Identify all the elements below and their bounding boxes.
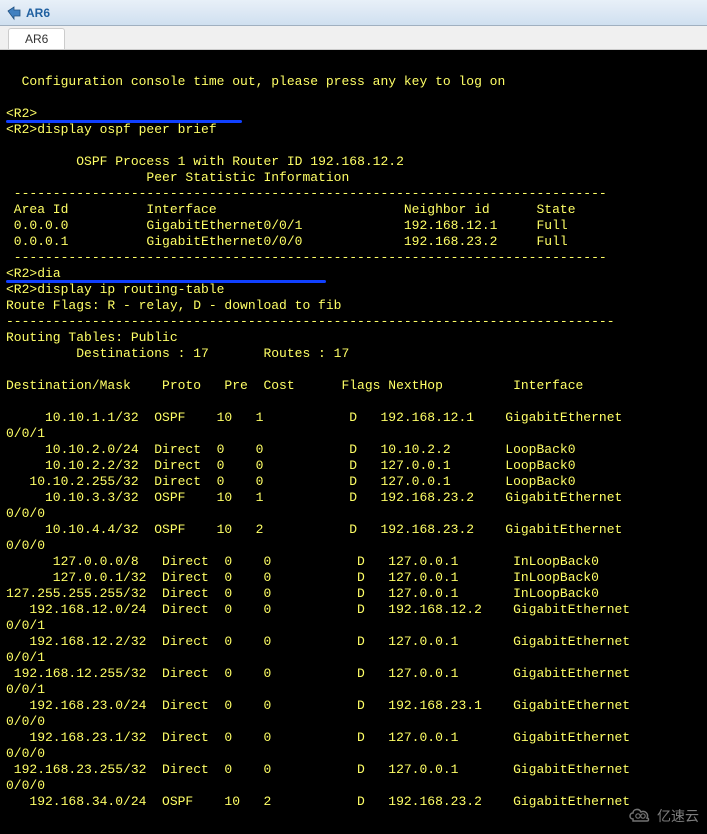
prompt: <R2> bbox=[6, 266, 37, 281]
dashline: ----------------------------------------… bbox=[6, 186, 607, 201]
route-row: 0/0/1 bbox=[6, 682, 45, 697]
route-row: 10.10.2.2/32 Direct 0 0 D 127.0.0.1 Loop… bbox=[6, 458, 576, 473]
route-row: 0/0/0 bbox=[6, 714, 45, 729]
terminal[interactable]: Configuration console time out, please p… bbox=[0, 50, 707, 834]
watermark-text: 亿速云 bbox=[657, 806, 699, 826]
app-icon bbox=[6, 5, 22, 21]
routing-summary: Destinations : 17 Routes : 17 bbox=[6, 346, 349, 361]
route-row: 192.168.23.1/32 Direct 0 0 D 127.0.0.1 G… bbox=[6, 730, 630, 745]
route-row: 127.255.255.255/32 Direct 0 0 D 127.0.0.… bbox=[6, 586, 599, 601]
route-flags: Route Flags: R - relay, D - download to … bbox=[6, 298, 341, 313]
tab-ar6[interactable]: AR6 bbox=[8, 28, 65, 49]
command-ospf: display ospf peer brief bbox=[37, 122, 216, 137]
route-row: 192.168.23.255/32 Direct 0 0 D 127.0.0.1… bbox=[6, 762, 630, 777]
prompt: <R2> bbox=[6, 282, 37, 297]
tabbar: AR6 bbox=[0, 26, 707, 50]
route-row: 192.168.34.0/24 OSPF 10 2 D 192.168.23.2… bbox=[6, 794, 630, 809]
route-row: 0/0/0 bbox=[6, 538, 45, 553]
routing-title: Routing Tables: Public bbox=[6, 330, 178, 345]
route-row: 192.168.12.0/24 Direct 0 0 D 192.168.12.… bbox=[6, 602, 630, 617]
route-row: 192.168.12.2/32 Direct 0 0 D 127.0.0.1 G… bbox=[6, 634, 630, 649]
ospf-row: 0.0.0.1 GigabitEthernet0/0/0 192.168.23.… bbox=[6, 234, 568, 249]
route-row: 0/0/1 bbox=[6, 650, 45, 665]
titlebar-title: AR6 bbox=[26, 6, 50, 20]
ospf-column-header: Area Id Interface Neighbor id State bbox=[6, 202, 576, 217]
route-row: 0/0/0 bbox=[6, 506, 45, 521]
dashline: ----------------------------------------… bbox=[6, 314, 615, 329]
ospf-peer-header: Peer Statistic Information bbox=[6, 170, 349, 185]
console-warning: Configuration console time out, please p… bbox=[6, 74, 505, 89]
dashline: ----------------------------------------… bbox=[6, 250, 607, 265]
cloud-icon bbox=[627, 805, 653, 826]
route-row: 10.10.3.3/32 OSPF 10 1 D 192.168.23.2 Gi… bbox=[6, 490, 622, 505]
watermark: 亿速云 bbox=[627, 805, 699, 826]
prompt: <R2> bbox=[6, 122, 37, 137]
route-row: 10.10.2.255/32 Direct 0 0 D 127.0.0.1 Lo… bbox=[6, 474, 576, 489]
route-row: 0/0/1 bbox=[6, 618, 45, 633]
route-row: 10.10.4.4/32 OSPF 10 2 D 192.168.23.2 Gi… bbox=[6, 522, 622, 537]
route-row: 127.0.0.0/8 Direct 0 0 D 127.0.0.1 InLoo… bbox=[6, 554, 599, 569]
ospf-process-header: OSPF Process 1 with Router ID 192.168.12… bbox=[6, 154, 404, 169]
prompt: <R2> bbox=[6, 106, 37, 121]
command-routing: display ip routing-table bbox=[37, 282, 224, 297]
annotation-underline bbox=[6, 280, 326, 283]
route-row: 0/0/0 bbox=[6, 746, 45, 761]
route-row: 0/0/0 bbox=[6, 778, 45, 793]
route-row: 127.0.0.1/32 Direct 0 0 D 127.0.0.1 InLo… bbox=[6, 570, 599, 585]
partial-cmd: dia bbox=[37, 266, 60, 281]
route-row: 192.168.12.255/32 Direct 0 0 D 127.0.0.1… bbox=[6, 666, 630, 681]
ospf-row: 0.0.0.0 GigabitEthernet0/0/1 192.168.12.… bbox=[6, 218, 568, 233]
route-row: 10.10.1.1/32 OSPF 10 1 D 192.168.12.1 Gi… bbox=[6, 410, 622, 425]
route-row: 192.168.23.0/24 Direct 0 0 D 192.168.23.… bbox=[6, 698, 630, 713]
route-row: 0/0/1 bbox=[6, 426, 45, 441]
titlebar: AR6 bbox=[0, 0, 707, 26]
route-column-header: Destination/Mask Proto Pre Cost Flags Ne… bbox=[6, 378, 583, 393]
annotation-underline bbox=[6, 120, 242, 123]
route-row: 10.10.2.0/24 Direct 0 0 D 10.10.2.2 Loop… bbox=[6, 442, 576, 457]
